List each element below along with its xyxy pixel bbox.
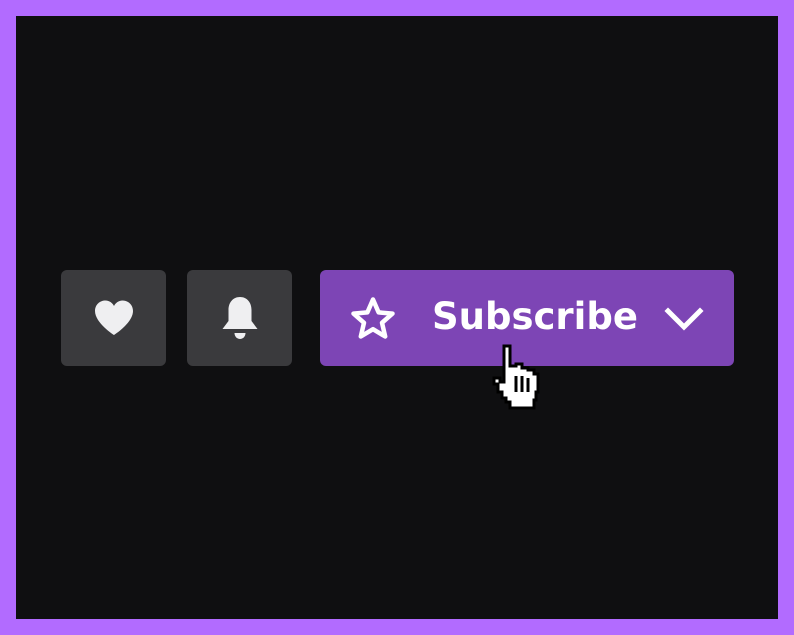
chevron-down-icon[interactable] xyxy=(664,306,704,332)
bell-icon xyxy=(222,297,257,339)
heart-icon xyxy=(94,300,133,335)
stream-actions-panel: Subscribe xyxy=(16,16,778,619)
star-icon xyxy=(351,297,395,339)
follow-button[interactable] xyxy=(61,270,166,366)
notifications-button[interactable] xyxy=(187,270,292,366)
hand-pointer-cursor-icon xyxy=(492,344,540,410)
subscribe-label: Subscribe xyxy=(432,295,638,338)
